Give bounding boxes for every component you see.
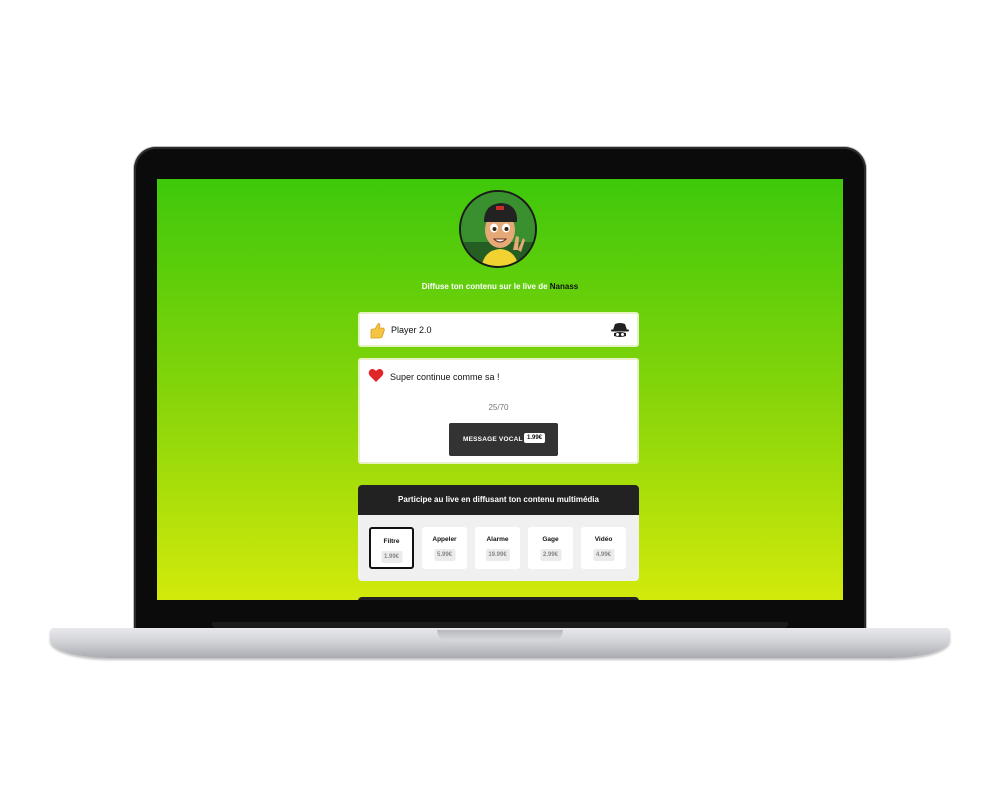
voice-message-label: MESSAGE VOCAL: [463, 436, 523, 443]
option-price: 4.99€: [592, 549, 615, 561]
participate-panel: Participe au live en diffusant ton conte…: [358, 485, 639, 581]
option-label: Gage: [542, 536, 559, 543]
voice-message-price: 1.99€: [524, 433, 546, 443]
option-appeler[interactable]: Appeler 5.99€: [422, 527, 467, 569]
avatar-illustration: [461, 192, 535, 266]
hand-icon: [370, 323, 385, 339]
heart-icon: [368, 369, 384, 382]
laptop-notch: [437, 630, 563, 641]
option-video[interactable]: Vidéo 4.99€: [581, 527, 626, 569]
streamer-avatar: [459, 190, 537, 268]
option-price: 2.99€: [539, 549, 562, 561]
media-options: Filtre 1.99€ Appeler 5.99€ Alarme 19.99€…: [369, 527, 629, 571]
player-name: Player 2.0: [391, 325, 432, 335]
voice-message-button[interactable]: MESSAGE VOCAL 1.99€: [449, 423, 558, 456]
message-text: Super continue comme sa !: [390, 372, 500, 382]
option-gage[interactable]: Gage 2.99€: [528, 527, 573, 569]
option-label: Filtre: [383, 538, 400, 545]
option-price: 5.99€: [433, 549, 456, 561]
streamer-name: Nanass: [549, 282, 579, 291]
page-tagline: Diffuse ton contenu sur le live de Nanas…: [157, 282, 843, 291]
option-filtre[interactable]: Filtre 1.99€: [369, 527, 414, 569]
option-price: 1.99€: [380, 551, 403, 563]
participate-title: Participe au live en diffusant ton conte…: [358, 485, 639, 515]
message-field[interactable]: Super continue comme sa ! 25/70 MESSAGE …: [358, 358, 639, 464]
char-counter: 25/70: [488, 403, 509, 412]
option-price: 19.99€: [485, 549, 510, 561]
option-alarme[interactable]: Alarme 19.99€: [475, 527, 520, 569]
player-name-field[interactable]: Player 2.0: [358, 312, 639, 347]
option-label: Alarme: [486, 536, 509, 543]
option-label: Vidéo: [594, 536, 613, 543]
next-panel-header: [358, 597, 639, 600]
tagline-text: Diffuse ton contenu sur le live de: [421, 282, 548, 291]
app-screen: Diffuse ton contenu sur le live de Nanas…: [157, 179, 843, 600]
option-label: Appeler: [432, 536, 457, 543]
spy-icon[interactable]: [609, 320, 631, 342]
